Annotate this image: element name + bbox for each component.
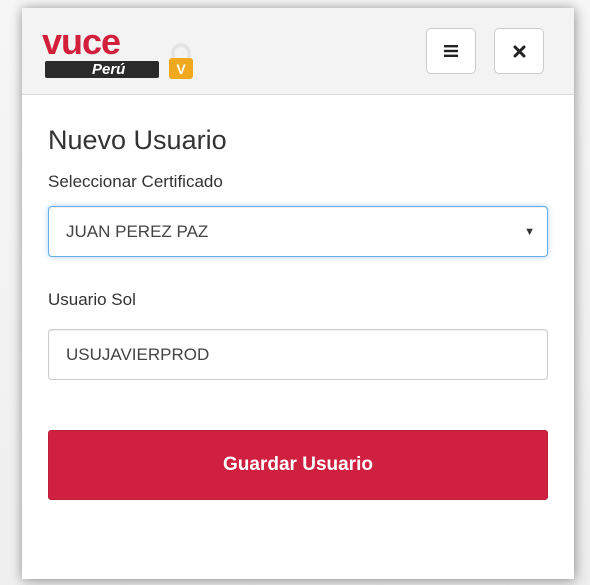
lock-badge-letter: V xyxy=(176,61,186,77)
logo-word: vuce xyxy=(42,21,121,62)
logo-country: Perú xyxy=(92,61,126,78)
certificate-label: Seleccionar Certificado xyxy=(48,172,223,191)
close-button[interactable] xyxy=(494,28,544,74)
screen: vuce Perú V Nuevo Usuario Seleccionar Ce… xyxy=(0,0,590,585)
close-icon xyxy=(513,45,525,57)
header-bar: vuce Perú V xyxy=(22,8,574,95)
app-window: vuce Perú V Nuevo Usuario Seleccionar Ce… xyxy=(22,8,574,579)
save-user-button[interactable]: Guardar Usuario xyxy=(48,430,548,500)
sol-user-value: USUJAVIERPROD xyxy=(66,345,210,364)
menu-button[interactable] xyxy=(426,28,476,74)
lock-icon: V xyxy=(169,43,193,79)
save-user-label: Guardar Usuario xyxy=(223,454,373,475)
certificate-selected-value: JUAN PEREZ PAZ xyxy=(66,222,209,241)
page-title: Nuevo Usuario xyxy=(48,125,227,155)
dropdown-arrow-icon: ▼ xyxy=(524,226,535,238)
sol-user-input[interactable]: USUJAVIERPROD xyxy=(48,329,548,380)
sol-user-label: Usuario Sol xyxy=(48,290,136,309)
hamburger-icon xyxy=(444,45,458,57)
vuce-logo: vuce Perú V xyxy=(42,22,202,82)
certificate-select[interactable]: JUAN PEREZ PAZ ▼ xyxy=(48,206,548,257)
